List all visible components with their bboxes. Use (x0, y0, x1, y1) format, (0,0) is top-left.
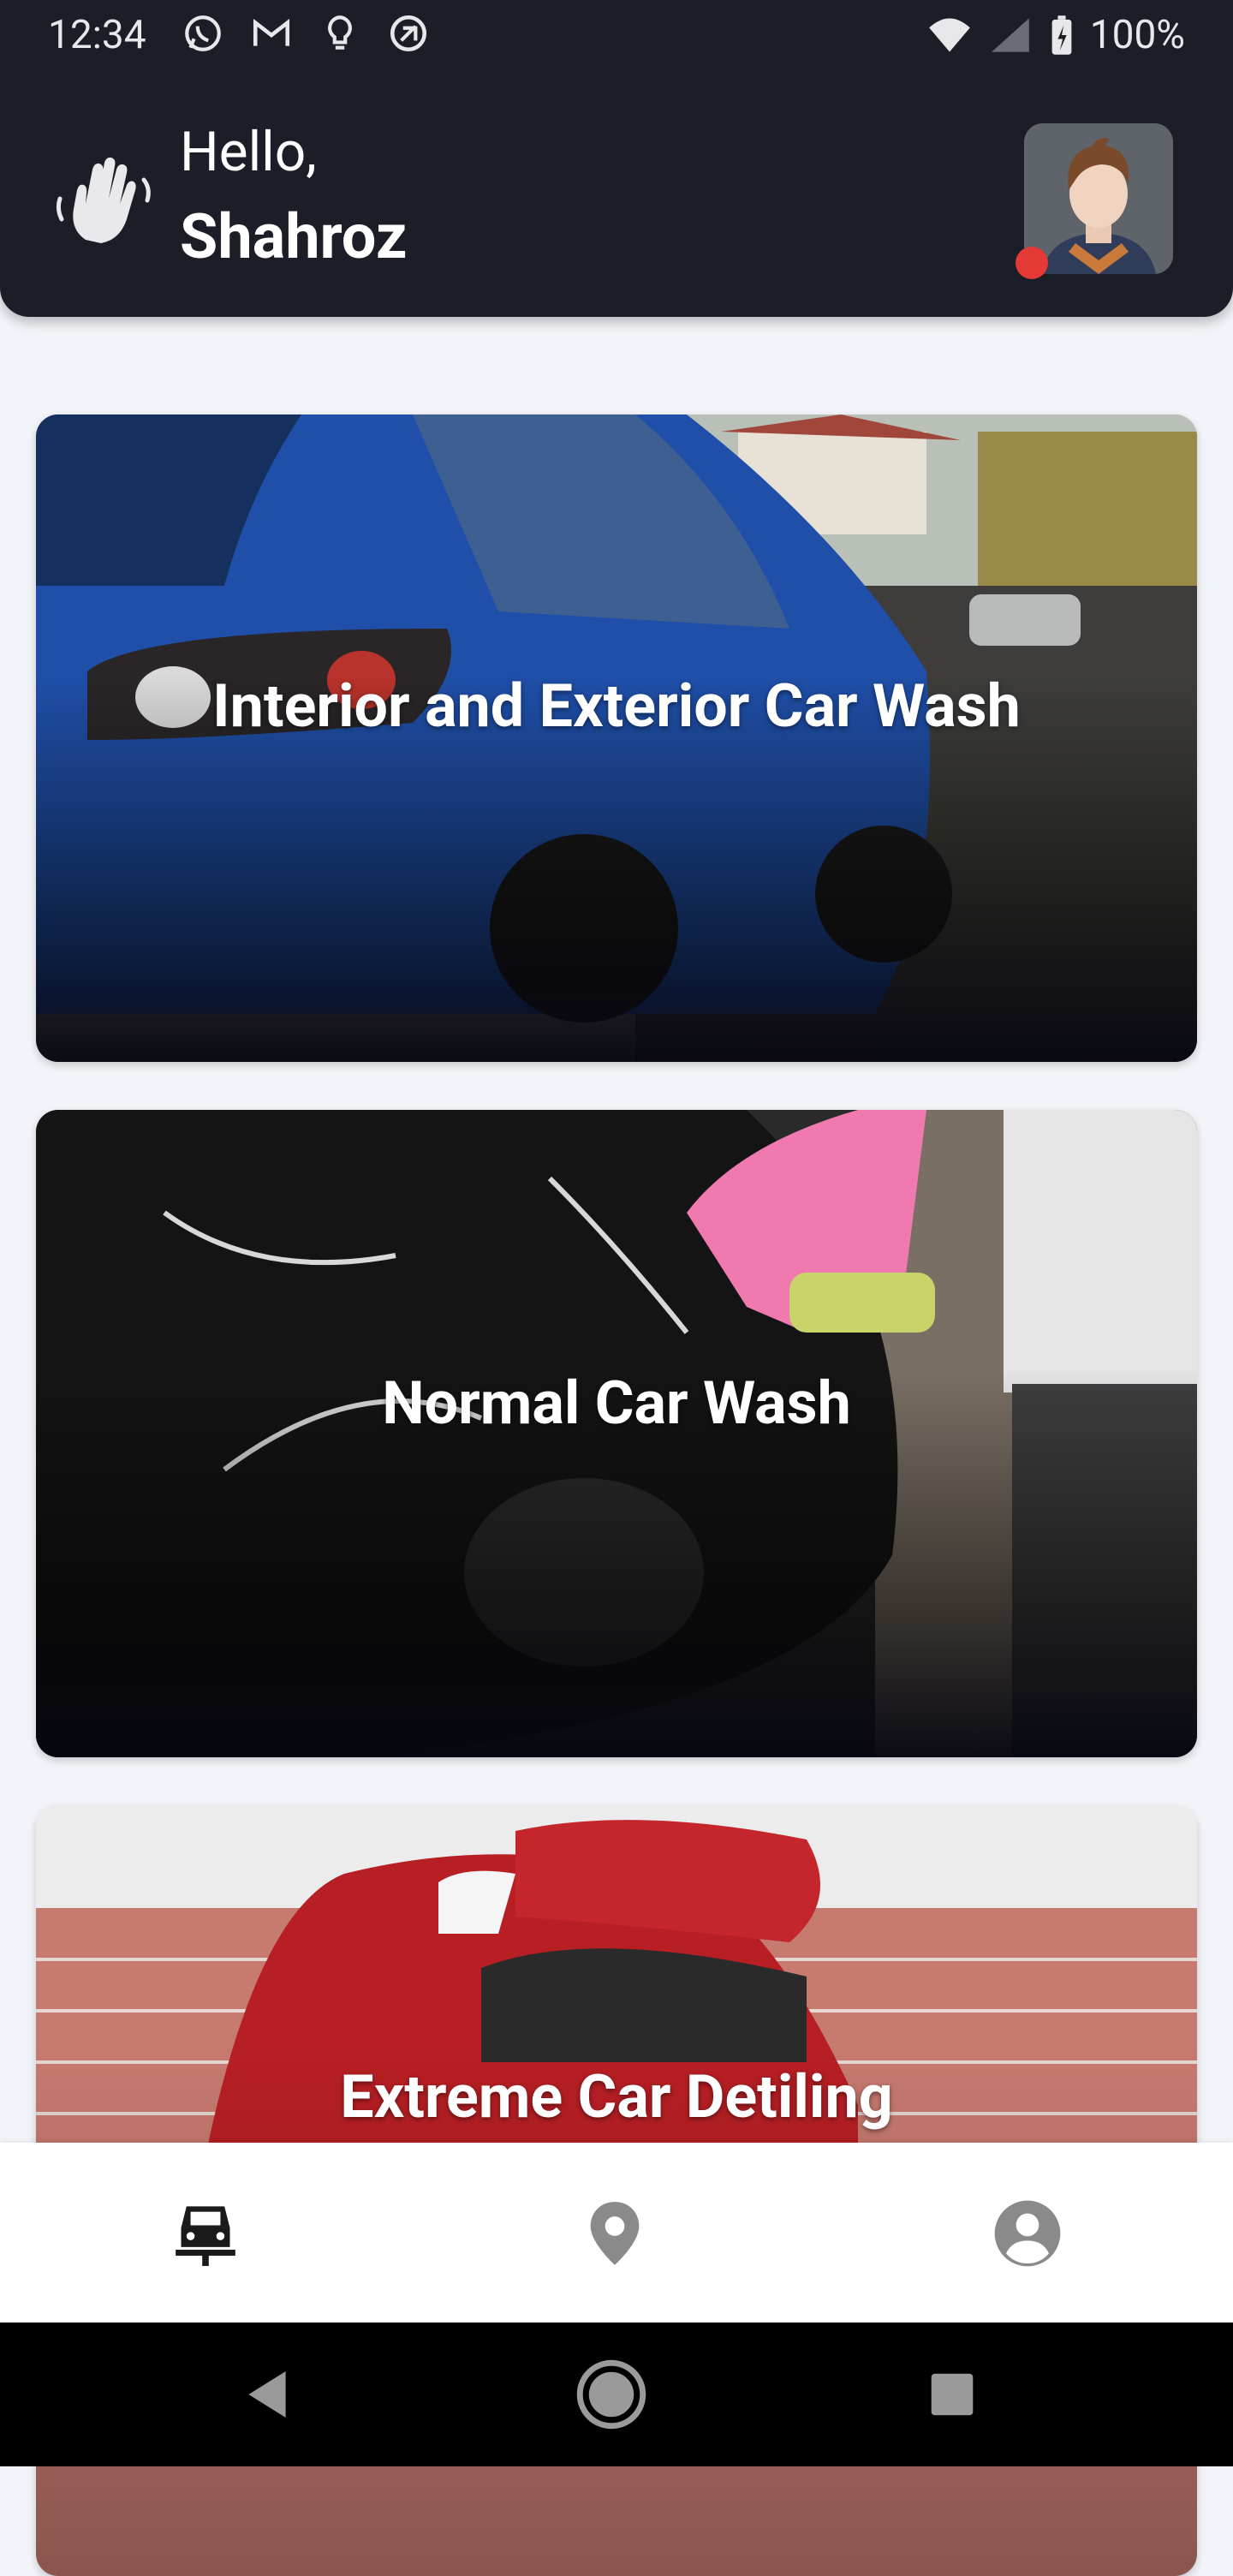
nav-item-location[interactable] (572, 2191, 658, 2276)
wifi-icon (928, 18, 970, 52)
home-button[interactable] (570, 2353, 652, 2436)
nav-item-profile[interactable] (985, 2191, 1070, 2276)
back-button[interactable] (226, 2353, 308, 2436)
service-card-normal[interactable]: Normal Car Wash (36, 1110, 1197, 1757)
notification-icons (182, 12, 430, 55)
signal-icon (991, 18, 1029, 52)
greeting-text: Hello, (180, 120, 317, 184)
recents-icon (931, 2373, 974, 2416)
service-card-interior-exterior[interactable]: Interior and Exterior Car Wash (36, 414, 1197, 1062)
status-bar: 12:34 100% (0, 0, 1233, 72)
system-navigation-bar (0, 2323, 1233, 2466)
avatar[interactable] (1024, 123, 1173, 274)
bulb-icon (328, 15, 352, 50)
nav-item-services[interactable] (163, 2191, 248, 2276)
username-text: Shahroz (180, 200, 408, 273)
waving-hand-icon (56, 157, 151, 243)
app-header: 12:34 100% Hello, Shahroz (0, 0, 1233, 317)
whatsapp-icon (185, 15, 221, 51)
gmail-icon (253, 18, 290, 46)
car-icon (176, 2206, 235, 2266)
avatar-image (1024, 123, 1173, 274)
account-icon (994, 2200, 1061, 2267)
service-title: Normal Car Wash (382, 1368, 851, 1439)
service-title: Interior and Exterior Car Wash (212, 671, 1021, 742)
status-time: 12:34 (48, 12, 146, 58)
sync-icon (390, 15, 427, 52)
recents-button[interactable] (911, 2353, 993, 2436)
system-status: 100% (927, 12, 1185, 58)
bottom-navigation (0, 2143, 1233, 2323)
home-icon (576, 2359, 646, 2430)
location-pin-icon (590, 2202, 640, 2265)
battery-percent: 100% (1089, 12, 1185, 58)
back-icon (248, 2371, 286, 2418)
service-title: Extreme Car Detiling (340, 2062, 893, 2132)
battery-icon (1051, 15, 1072, 55)
online-status-dot (1016, 247, 1048, 279)
